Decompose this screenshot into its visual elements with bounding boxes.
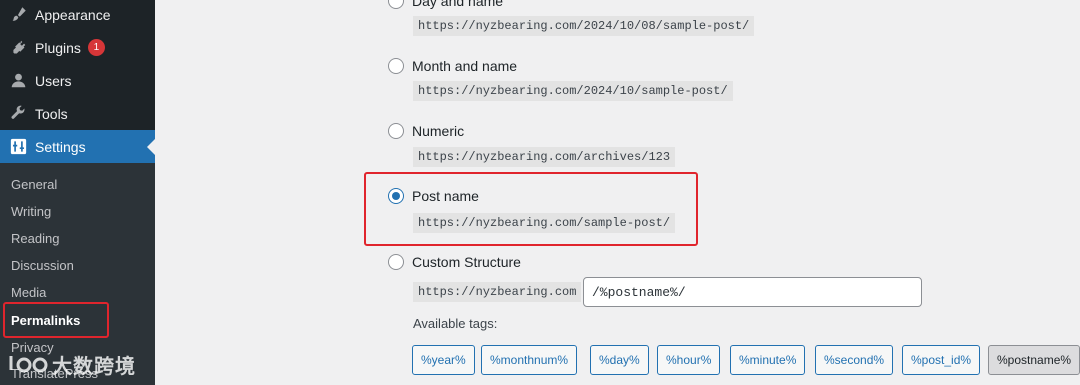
plugin-icon: [9, 39, 27, 57]
day-and-name-example-url: https://nyzbearing.com/2024/10/08/sample…: [413, 16, 755, 36]
radio-custom-structure[interactable]: [388, 254, 404, 270]
watermark: 大数跨境: [8, 350, 136, 378]
available-tags-label: Available tags:: [413, 316, 498, 331]
option-numeric-label[interactable]: Numeric: [412, 123, 464, 139]
radio-month-and-name[interactable]: [388, 58, 404, 74]
menu-appearance-label: Appearance: [35, 6, 111, 23]
option-custom-structure-label[interactable]: Custom Structure: [412, 254, 521, 270]
watermark-text: 大数跨境: [52, 355, 136, 378]
settings-icon: [9, 138, 27, 156]
tag-minute-button[interactable]: %minute%: [730, 345, 806, 375]
menu-tools[interactable]: Tools: [0, 97, 155, 130]
paintbrush-icon: [9, 6, 27, 24]
post-name-highlight-box: [364, 172, 698, 246]
user-icon: [9, 72, 27, 90]
option-month-and-name-label[interactable]: Month and name: [412, 58, 517, 74]
menu-plugins-label: Plugins: [35, 39, 81, 56]
admin-sidebar: Appearance Plugins 1 Users Tools Setting…: [0, 0, 155, 385]
radio-numeric[interactable]: [388, 123, 404, 139]
radio-post-name[interactable]: [388, 188, 404, 204]
menu-tools-label: Tools: [35, 105, 68, 122]
menu-settings[interactable]: Settings: [0, 130, 155, 163]
month-and-name-example-url: https://nyzbearing.com/2024/10/sample-po…: [413, 81, 733, 101]
menu-users[interactable]: Users: [0, 64, 155, 97]
tag-post-id-button[interactable]: %post_id%: [902, 345, 981, 375]
tag-postname-button[interactable]: %postname%: [988, 345, 1080, 375]
plugins-update-badge: 1: [87, 39, 105, 56]
submenu-reading[interactable]: Reading: [11, 231, 59, 246]
tag-second-button[interactable]: %second%: [815, 345, 894, 375]
tag-monthnum-button[interactable]: %monthnum%: [481, 345, 578, 375]
menu-users-label: Users: [35, 72, 72, 89]
menu-appearance[interactable]: Appearance: [0, 0, 155, 31]
tag-day-button[interactable]: %day%: [590, 345, 649, 375]
menu-plugins[interactable]: Plugins 1: [0, 31, 155, 64]
current-menu-arrow: [147, 139, 155, 155]
submenu-general[interactable]: General: [11, 177, 57, 192]
submenu-writing[interactable]: Writing: [11, 204, 51, 219]
option-post-name-label[interactable]: Post name: [412, 188, 479, 204]
wrench-icon: [9, 105, 27, 123]
submenu-media[interactable]: Media: [11, 285, 46, 300]
post-name-example-url: https://nyzbearing.com/sample-post/: [413, 213, 676, 233]
numeric-example-url: https://nyzbearing.com/archives/123: [413, 147, 676, 167]
radio-day-and-name[interactable]: [388, 0, 404, 9]
tag-hour-button[interactable]: %hour%: [657, 345, 721, 375]
watermark-logo-icon: [9, 356, 48, 373]
menu-settings-label: Settings: [35, 138, 86, 155]
option-day-and-name-label[interactable]: Day and name: [412, 0, 503, 9]
custom-structure-base-url: https://nyzbearing.com: [413, 282, 582, 302]
submenu-discussion[interactable]: Discussion: [11, 258, 74, 273]
submenu-permalinks[interactable]: Permalinks: [11, 313, 80, 328]
custom-structure-input[interactable]: [583, 277, 922, 307]
tag-year-button[interactable]: %year%: [412, 345, 475, 375]
